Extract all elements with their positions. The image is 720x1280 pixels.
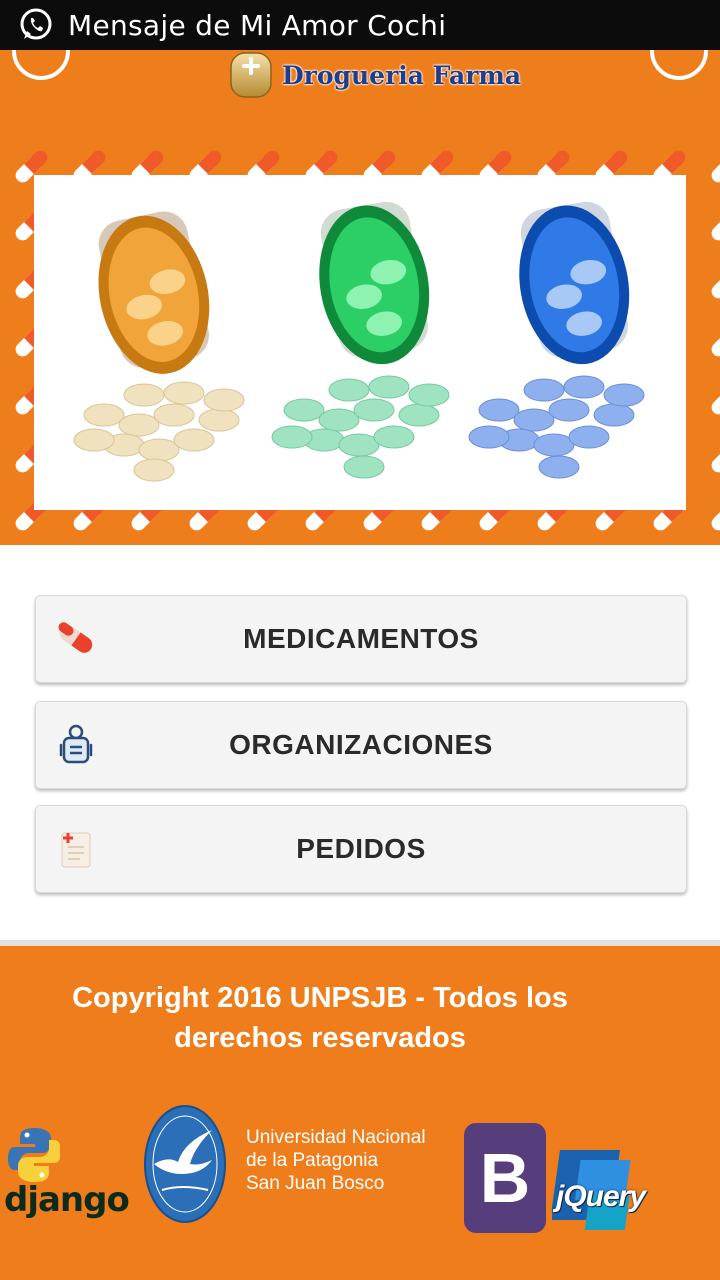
app-header: Drogueria Farma [0, 50, 720, 545]
university-name: Universidad Nacional de la Patagonia San… [246, 1126, 426, 1195]
pill-bottles-photo [73, 201, 645, 482]
copyright-text: Copyright 2016 UNPSJB - Todos los derech… [40, 978, 600, 1058]
organizaciones-button[interactable]: ORGANIZACIONES [35, 701, 687, 789]
medicamentos-label: MEDICAMENTOS [243, 623, 479, 654]
copyright-line-1: Copyright 2016 UNPSJB - Todos los [72, 982, 568, 1014]
notification-text: Mensaje de Mi Amor Cochi [68, 8, 447, 42]
bootstrap-logo: B [464, 1123, 546, 1233]
university-line-1: Universidad Nacional [246, 1127, 426, 1148]
pill-icon [58, 622, 93, 653]
pharmacist-icon [59, 724, 93, 764]
banner-image [34, 175, 686, 510]
whatsapp-icon [20, 8, 52, 40]
university-seal-icon [144, 1105, 226, 1223]
more-button[interactable] [650, 50, 708, 80]
bootstrap-letter: B [479, 1139, 531, 1217]
medicamentos-button[interactable]: MEDICAMENTOS [35, 595, 687, 683]
notification-bar[interactable]: Mensaje de Mi Amor Cochi [0, 0, 720, 50]
jquery-label: jQuery [556, 1180, 646, 1213]
python-logo-icon [8, 1128, 60, 1182]
university-line-2: de la Patagonia [246, 1150, 379, 1171]
django-logo: django [4, 1126, 130, 1226]
main-menu: MEDICAMENTOS ORGANIZACIONES PEDIDOS [0, 545, 720, 943]
pedidos-button[interactable]: PEDIDOS [35, 805, 687, 893]
jquery-logo: jQuery [550, 1150, 646, 1236]
brand-name: Drogueria Farma [282, 60, 522, 90]
clipboard-icon [61, 832, 91, 868]
copyright-line-2: derechos reservados [174, 1022, 466, 1054]
organizaciones-label: ORGANIZACIONES [229, 729, 493, 760]
home-button[interactable] [12, 50, 70, 80]
django-label: django [4, 1180, 130, 1220]
brand: Drogueria Farma [228, 50, 521, 100]
brand-logo-icon [230, 52, 272, 98]
footer: Copyright 2016 UNPSJB - Todos los derech… [0, 946, 720, 1280]
university-line-3: San Juan Bosco [246, 1173, 385, 1194]
pedidos-label: PEDIDOS [296, 833, 426, 864]
